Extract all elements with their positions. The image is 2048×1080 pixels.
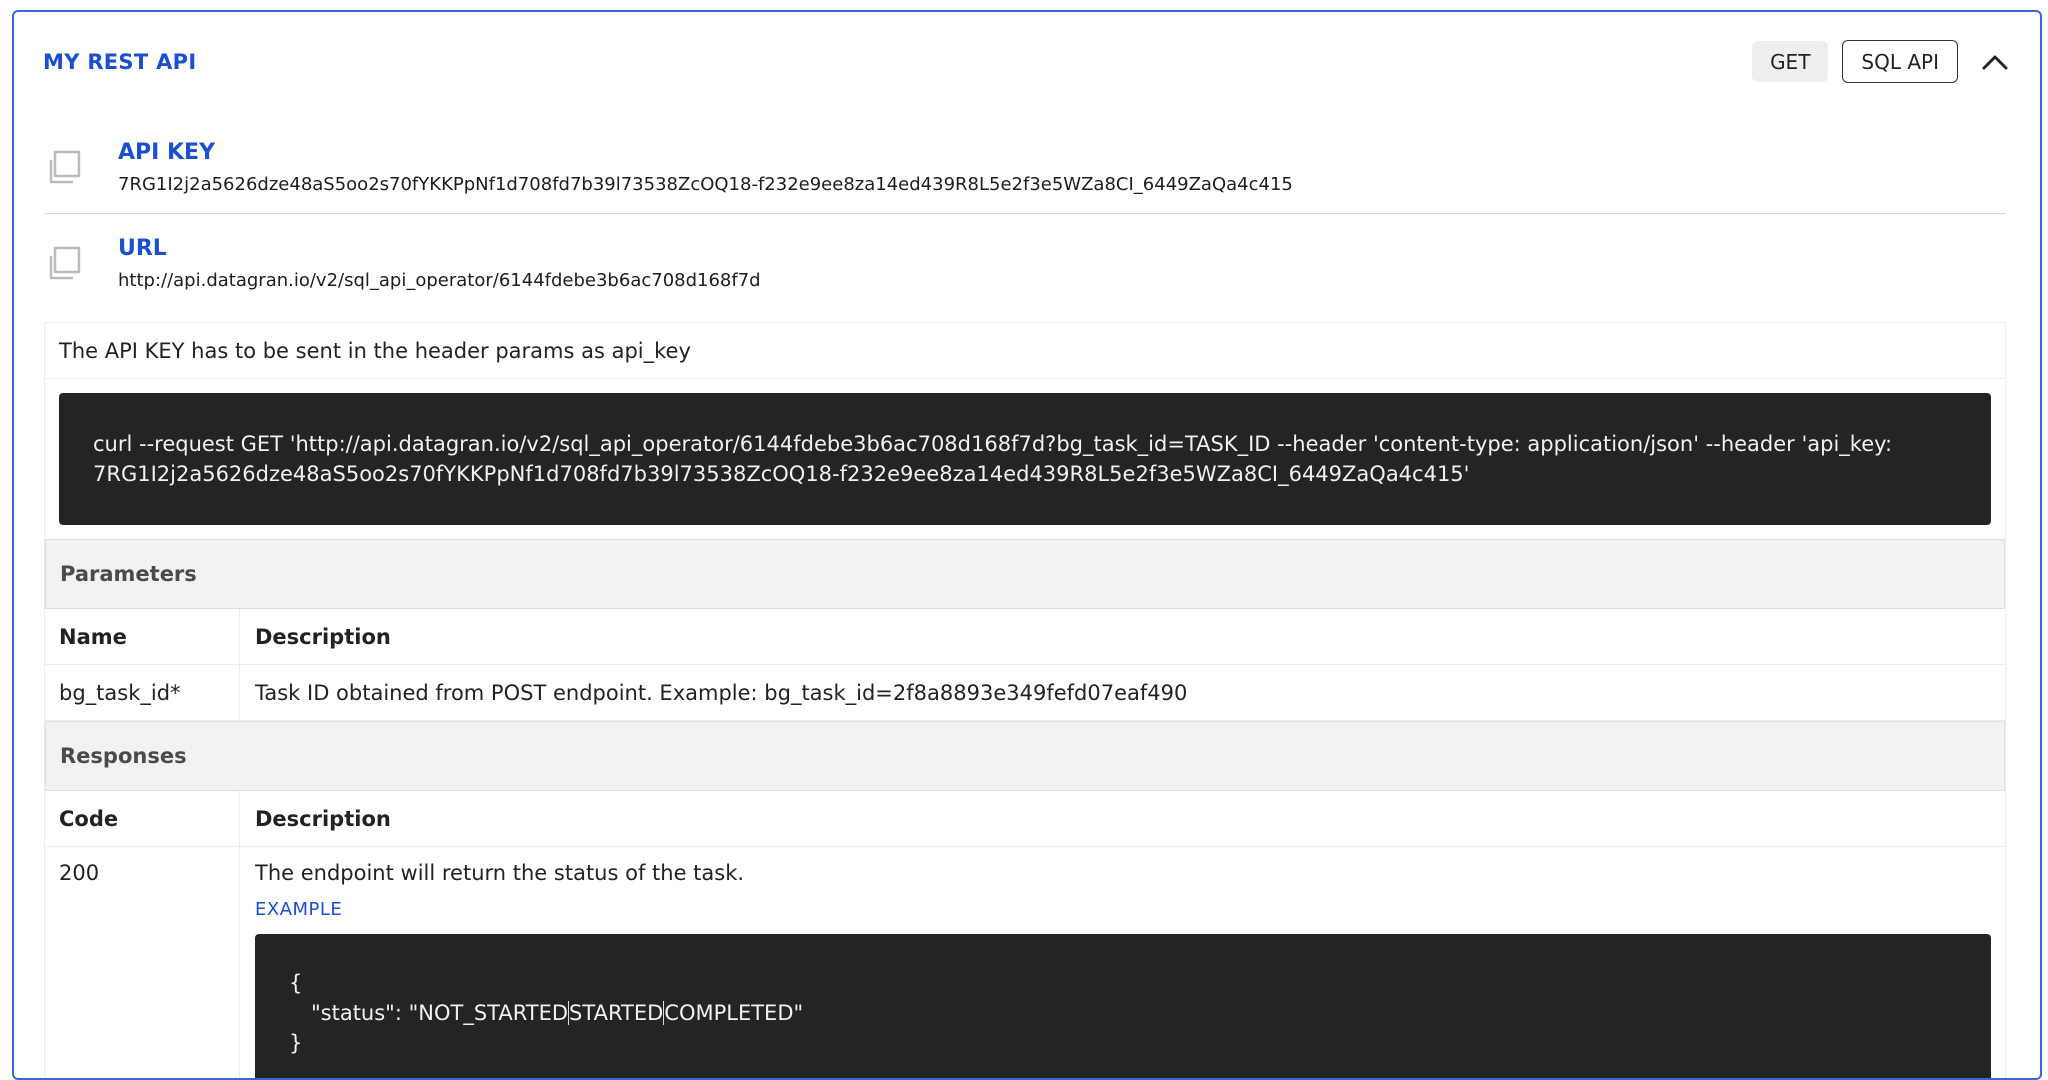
url-value: http://api.datagran.io/v2/sql_api_operat… <box>118 270 761 291</box>
copy-icon[interactable] <box>44 148 84 188</box>
curl-line-1: curl --request GET 'http://api.datagran.… <box>93 432 1893 456</box>
json-open-brace: { <box>289 971 303 995</box>
api-key-label: API KEY <box>118 140 216 165</box>
response-description-cell: The endpoint will return the status of t… <box>240 847 2005 1078</box>
url-row: URL http://api.datagran.io/v2/sql_api_op… <box>44 226 2006 310</box>
api-key-note: The API KEY has to be sent in the header… <box>45 323 2005 379</box>
column-header-name: Name <box>45 608 240 665</box>
responses-table-header: Code Description <box>45 790 2005 847</box>
json-status-key: "status": "NOT_STARTED <box>311 1001 569 1025</box>
api-docs-content: The API KEY has to be sent in the header… <box>44 322 2006 1078</box>
column-header-description: Description <box>255 806 391 831</box>
api-key-row: API KEY 7RG1I2j2a5626dze48aS5oo2s70fYKKP… <box>44 130 2006 214</box>
parameters-table-header: Name Description <box>45 608 2005 665</box>
parameters-header: Parameters <box>45 539 2005 609</box>
json-status-line: "status": "NOT_STARTEDSTARTEDCOMPLETED" <box>289 998 1957 1028</box>
rest-api-panel: MY REST API GET SQL API API KEY 7RG1I2j2… <box>12 10 2042 1080</box>
column-header-code: Code <box>45 790 240 847</box>
api-key-value: 7RG1I2j2a5626dze48aS5oo2s70fYKKPpNf1d708… <box>118 174 1293 195</box>
chevron-up-icon[interactable] <box>1980 47 2010 77</box>
method-badge: GET <box>1752 41 1829 82</box>
table-row: bg_task_id* Task ID obtained from POST e… <box>45 665 2005 721</box>
json-status-completed: COMPLETED" <box>663 1001 804 1025</box>
response-code: 200 <box>45 847 240 1078</box>
responses-header: Responses <box>45 721 2005 791</box>
json-status-started: STARTED <box>568 1001 664 1025</box>
copy-icon[interactable] <box>44 244 84 284</box>
example-json-block[interactable]: { "status": "NOT_STARTEDSTARTEDCOMPLETED… <box>255 934 1991 1078</box>
panel-title: MY REST API <box>43 50 197 74</box>
url-label: URL <box>118 236 167 261</box>
example-label: EXAMPLE <box>255 899 343 920</box>
column-header-description: Description <box>255 624 391 649</box>
parameter-name: bg_task_id* <box>45 665 240 721</box>
parameter-description: Task ID obtained from POST endpoint. Exa… <box>255 681 1188 705</box>
sql-api-button[interactable]: SQL API <box>1842 40 1958 83</box>
response-description: The endpoint will return the status of t… <box>255 861 745 885</box>
table-row: 200 The endpoint will return the status … <box>45 847 2005 1078</box>
curl-code-block[interactable]: curl --request GET 'http://api.datagran.… <box>59 393 1991 525</box>
panel-header[interactable]: MY REST API GET SQL API <box>14 12 2040 112</box>
json-close-brace: } <box>289 1031 303 1055</box>
curl-line-2: 7RG1I2j2a5626dze48aS5oo2s70fYKKPpNf1d708… <box>93 462 1470 486</box>
header-actions: GET SQL API <box>1752 40 2010 83</box>
